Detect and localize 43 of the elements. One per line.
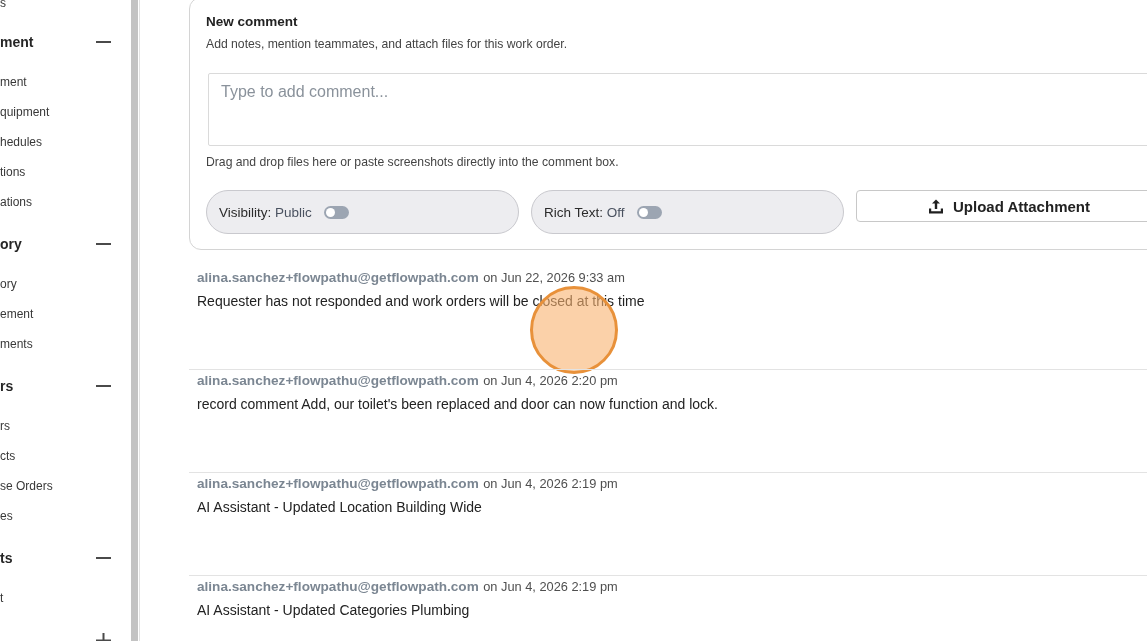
comment-author: alina.sanchez+flowpathu@getflowpath.com	[197, 579, 479, 594]
comment-text: AI Assistant - Updated Categories Plumbing	[197, 601, 471, 619]
minus-icon[interactable]	[96, 385, 111, 387]
sidebar-item[interactable]: ations	[0, 187, 131, 217]
sidebar-section-title[interactable]: rs	[0, 378, 14, 394]
upload-hint: Drag and drop files here or paste screenshots directly into the comment box.	[206, 154, 620, 170]
sidebar-item[interactable]: quipment	[0, 97, 131, 127]
sidebar-item[interactable]: ment	[0, 67, 131, 97]
form-title: New comment	[206, 13, 299, 31]
comment-author: alina.sanchez+flowpathu@getflowpath.com	[197, 373, 479, 388]
sidebar-item[interactable]: tions	[0, 157, 131, 187]
comment-input[interactable]: Type to add comment...	[208, 73, 1147, 146]
comment-author: alina.sanchez+flowpathu@getflowpath.com	[197, 270, 479, 285]
toggle-chip[interactable]: Visibility: Public	[206, 190, 519, 234]
sidebar-section-title[interactable]: ts	[0, 550, 13, 566]
sidebar-section-title[interactable]: ory	[0, 236, 22, 252]
minus-icon[interactable]	[96, 243, 111, 245]
toggle-chip[interactable]: Rich Text: Off	[531, 190, 844, 234]
comment-date: on Jun 22, 2026 9:33 am	[483, 270, 625, 285]
sidebar-item[interactable]: rs	[0, 411, 131, 441]
comment-date: on Jun 4, 2026 2:20 pm	[483, 373, 618, 388]
sidebar-item[interactable]: ory	[0, 269, 131, 299]
sidebar-item[interactable]: ement	[0, 299, 131, 329]
toggle-switch[interactable]	[323, 205, 349, 219]
comment-author: alina.sanchez+flowpathu@getflowpath.com	[197, 476, 479, 491]
toggle-switch[interactable]	[636, 205, 662, 219]
sidebar-item[interactable]: es	[0, 501, 131, 531]
sidebar-item[interactable]: s	[0, 0, 131, 18]
comment-text: AI Assistant - Updated Location Building Wide	[197, 498, 483, 516]
sidebar-item[interactable]: cts	[0, 441, 131, 471]
sidebar-item[interactable]: t	[0, 583, 131, 613]
sidebar-item[interactable]: se Orders	[0, 471, 131, 501]
upload-attachment-button[interactable]: Upload Attachment	[856, 190, 1147, 222]
comment-text: record comment Add, our toilet's been replaced and door can now function and lock.	[197, 395, 719, 413]
comment-date: on Jun 4, 2026 2:19 pm	[483, 579, 618, 594]
minus-icon[interactable]	[96, 41, 111, 43]
sidebar-item[interactable]: ments	[0, 329, 131, 359]
comment-date: on Jun 4, 2026 2:19 pm	[483, 476, 618, 491]
upload-icon	[928, 198, 944, 214]
minus-icon[interactable]	[96, 557, 111, 559]
sidebar-item[interactable]: hedules	[0, 127, 131, 157]
sidebar-section-title[interactable]: ment	[0, 34, 34, 50]
form-description: Add notes, mention teammates, and attach files for this work order.	[206, 36, 569, 52]
